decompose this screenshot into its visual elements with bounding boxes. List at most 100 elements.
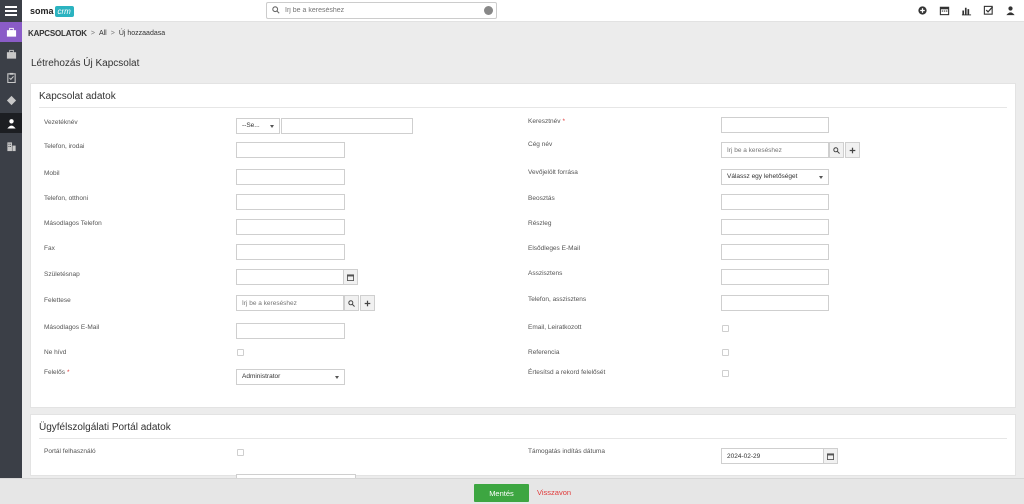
reports-to-search-button[interactable] xyxy=(344,295,359,311)
chevron-down-icon xyxy=(335,376,339,379)
breadcrumb-all[interactable]: All xyxy=(99,30,107,37)
birthday-label: Születésnap xyxy=(44,271,80,278)
breadcrumb: KAPCSOLATOK > All > Új hozzaadasa xyxy=(28,29,165,38)
brand-suffix: crm xyxy=(54,5,74,17)
do-not-call-checkbox[interactable] xyxy=(237,349,244,356)
email-opt-out-label: Email, Leiratkozott xyxy=(528,324,582,331)
reports-chart-icon[interactable] xyxy=(961,5,972,16)
sidebar-item-tags[interactable] xyxy=(0,90,22,110)
company-add-button[interactable] xyxy=(845,142,860,158)
support-start-label: Támogatás indítás dátuma xyxy=(528,448,605,455)
sidebar-item-organizations[interactable] xyxy=(0,136,22,156)
salutation-value: --Se... xyxy=(242,122,260,129)
fax-input[interactable] xyxy=(236,244,345,260)
building-icon xyxy=(6,141,16,151)
save-button[interactable]: Mentés xyxy=(474,484,529,502)
reports-to-label: Felettese xyxy=(44,297,71,304)
sidebar-item-suitcase[interactable] xyxy=(0,44,22,64)
sidebar-item-briefcase[interactable] xyxy=(0,22,22,42)
sidebar-item-contacts[interactable] xyxy=(0,113,22,133)
breadcrumb-separator: > xyxy=(110,30,115,37)
birthday-calendar-button[interactable] xyxy=(343,269,358,285)
last-name-input[interactable] xyxy=(281,118,413,134)
title-label: Beosztás xyxy=(528,195,555,202)
user-profile-icon[interactable] xyxy=(1005,5,1016,16)
department-label: Részleg xyxy=(528,220,552,227)
company-search-button[interactable] xyxy=(829,142,844,158)
global-search xyxy=(266,2,497,19)
last-name-label: Vezetéknév xyxy=(44,119,78,126)
brand-logo[interactable]: soma crm xyxy=(30,4,74,18)
required-marker: * xyxy=(66,369,70,376)
fax-label: Fax xyxy=(44,245,55,252)
section-title: Ügyfélszolgálati Portál adatok xyxy=(39,422,171,433)
lead-source-value: Válassz egy lehetőséget xyxy=(727,173,798,180)
phone-other-label: Másodlagos Telefon xyxy=(44,220,102,227)
toolbar-icons xyxy=(917,5,1016,16)
assigned-to-select[interactable]: Administrator xyxy=(236,369,345,385)
birthday-input[interactable] xyxy=(236,269,344,285)
calendar-icon xyxy=(827,452,834,460)
company-name-input[interactable] xyxy=(721,142,829,158)
plus-icon xyxy=(849,147,856,153)
phone-office-input[interactable] xyxy=(236,142,345,158)
calendar-icon xyxy=(347,273,354,281)
assistant-input[interactable] xyxy=(721,269,829,285)
title-input[interactable] xyxy=(721,194,829,210)
company-name-label: Cég név xyxy=(528,141,553,148)
do-not-call-label: Ne hívd xyxy=(44,349,67,356)
mobile-input[interactable] xyxy=(236,169,345,185)
notify-owner-label: Értesítsd a rekord felelősét xyxy=(528,369,606,376)
chevron-down-icon xyxy=(819,176,823,179)
search-icon xyxy=(348,299,355,307)
email-primary-input[interactable] xyxy=(721,244,829,260)
notify-owner-checkbox[interactable] xyxy=(722,370,729,377)
customer-portal-panel: Ügyfélszolgálati Portál adatok Portál fe… xyxy=(30,414,1016,478)
left-sidebar xyxy=(0,22,22,504)
assigned-to-value: Administrator xyxy=(242,373,281,380)
first-name-label-text: Keresztnév xyxy=(528,118,561,125)
email-secondary-label: Másodlagos E-Mail xyxy=(44,324,100,331)
phone-home-input[interactable] xyxy=(236,194,345,210)
global-search-input[interactable] xyxy=(285,5,475,16)
mobile-label: Mobil xyxy=(44,170,60,177)
search-icon xyxy=(833,146,840,154)
contact-details-panel: Kapcsolat adatok Vezetéknév Telefon, iro… xyxy=(30,83,1016,408)
first-name-input[interactable] xyxy=(721,117,829,133)
suitcase-icon xyxy=(6,49,16,59)
search-icon xyxy=(272,6,280,14)
email-opt-out-checkbox[interactable] xyxy=(722,325,729,332)
person-icon xyxy=(6,118,16,129)
reference-label: Referencia xyxy=(528,349,560,356)
phone-assistant-input[interactable] xyxy=(721,295,829,311)
reports-to-input[interactable] xyxy=(236,295,344,311)
required-marker: * xyxy=(562,118,566,125)
breadcrumb-module[interactable]: KAPCSOLATOK xyxy=(28,29,87,38)
cancel-link[interactable]: Visszavon xyxy=(537,488,571,497)
page-title: Létrehozás Új Kapcsolat xyxy=(31,58,140,69)
support-start-input[interactable] xyxy=(721,448,824,464)
chevron-down-icon xyxy=(270,125,274,128)
lead-source-label: Vevőjelölt forrása xyxy=(528,169,578,176)
portal-user-checkbox[interactable] xyxy=(237,449,244,456)
lead-source-select[interactable]: Válassz egy lehetőséget xyxy=(721,169,829,185)
tasks-checkbox-icon[interactable] xyxy=(983,5,994,16)
email-secondary-input[interactable] xyxy=(236,323,345,339)
phone-other-input[interactable] xyxy=(236,219,345,235)
salutation-select[interactable]: --Se... xyxy=(236,118,280,134)
portal-user-label: Portál felhasználó xyxy=(44,448,96,455)
clear-search-icon[interactable] xyxy=(484,6,493,15)
add-circle-icon[interactable] xyxy=(917,5,928,16)
calendar-icon[interactable] xyxy=(939,5,950,16)
menu-icon[interactable] xyxy=(0,0,22,22)
reports-to-add-button[interactable] xyxy=(360,295,375,311)
department-input[interactable] xyxy=(721,219,829,235)
top-bar: soma crm xyxy=(0,0,1024,22)
phone-home-label: Telefon, otthoni xyxy=(44,195,89,202)
clipboard-icon xyxy=(6,72,16,83)
reference-checkbox[interactable] xyxy=(722,349,729,356)
breadcrumb-current: Új hozzaadasa xyxy=(118,30,166,37)
diamond-icon xyxy=(6,95,16,105)
sidebar-item-clipboard[interactable] xyxy=(0,67,22,87)
support-start-calendar-button[interactable] xyxy=(823,448,838,464)
